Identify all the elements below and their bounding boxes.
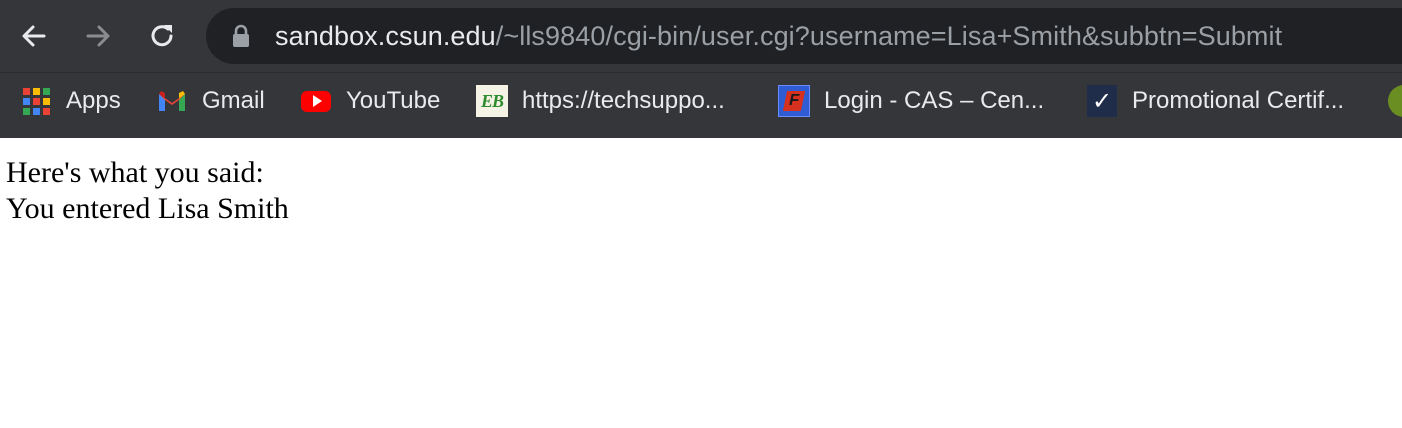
apps-grid-icon bbox=[20, 85, 52, 117]
cas-icon: F bbox=[778, 85, 810, 117]
bookmark-gmail[interactable]: Gmail bbox=[156, 81, 265, 121]
bookmark-cas-login[interactable]: F Login - CAS – Cen... bbox=[778, 81, 1044, 121]
reload-button[interactable] bbox=[140, 14, 184, 58]
url-text[interactable]: sandbox.csun.edu/~lls9840/cgi-bin/user.c… bbox=[275, 20, 1282, 52]
response-heading: Here's what you said: bbox=[6, 156, 264, 189]
bookmark-label: Promotional Certif... bbox=[1132, 87, 1345, 114]
bookmark-apps[interactable]: Apps bbox=[20, 81, 121, 121]
browser-toolbar: sandbox.csun.edu/~lls9840/cgi-bin/user.c… bbox=[0, 0, 1402, 72]
bookmark-label: YouTube bbox=[346, 87, 441, 114]
browser-chrome: sandbox.csun.edu/~lls9840/cgi-bin/user.c… bbox=[0, 0, 1402, 138]
arrow-left-icon bbox=[22, 25, 46, 47]
bookmark-label: Apps bbox=[66, 87, 121, 114]
lock-icon bbox=[233, 24, 249, 47]
bookmark-youtube[interactable]: YouTube bbox=[300, 81, 440, 121]
youtube-icon bbox=[300, 85, 332, 117]
bookmarks-bar: Apps Gmail YouTube EB https://techsuppo.… bbox=[0, 72, 1402, 138]
reload-icon bbox=[151, 25, 173, 47]
bookmark-label: Login - CAS – Cen... bbox=[824, 87, 1045, 114]
back-button[interactable] bbox=[12, 14, 56, 58]
arrow-right-icon bbox=[86, 25, 110, 47]
bookmark-label: Gmail bbox=[202, 87, 265, 114]
response-text: You entered Lisa Smith bbox=[6, 192, 289, 225]
address-bar[interactable]: sandbox.csun.edu/~lls9840/cgi-bin/user.c… bbox=[206, 8, 1402, 64]
bookmark-techsupport[interactable]: EB https://techsuppo... bbox=[476, 81, 725, 121]
checkmark-icon: ✓ bbox=[1086, 85, 1118, 117]
gmail-icon bbox=[156, 85, 188, 117]
bookmark-promotional[interactable]: ✓ Promotional Certif... bbox=[1086, 81, 1344, 121]
partial-bookmark-icon[interactable] bbox=[1388, 85, 1402, 117]
bookmark-label: https://techsuppo... bbox=[522, 87, 725, 114]
forward-button[interactable] bbox=[76, 14, 120, 58]
url-path: /~lls9840/cgi-bin/user.cgi?username=Lisa… bbox=[495, 21, 1283, 51]
page-content: Here's what you said: You entered Lisa S… bbox=[6, 155, 289, 227]
url-host: sandbox.csun.edu bbox=[275, 21, 496, 51]
eb-icon: EB bbox=[476, 85, 508, 117]
